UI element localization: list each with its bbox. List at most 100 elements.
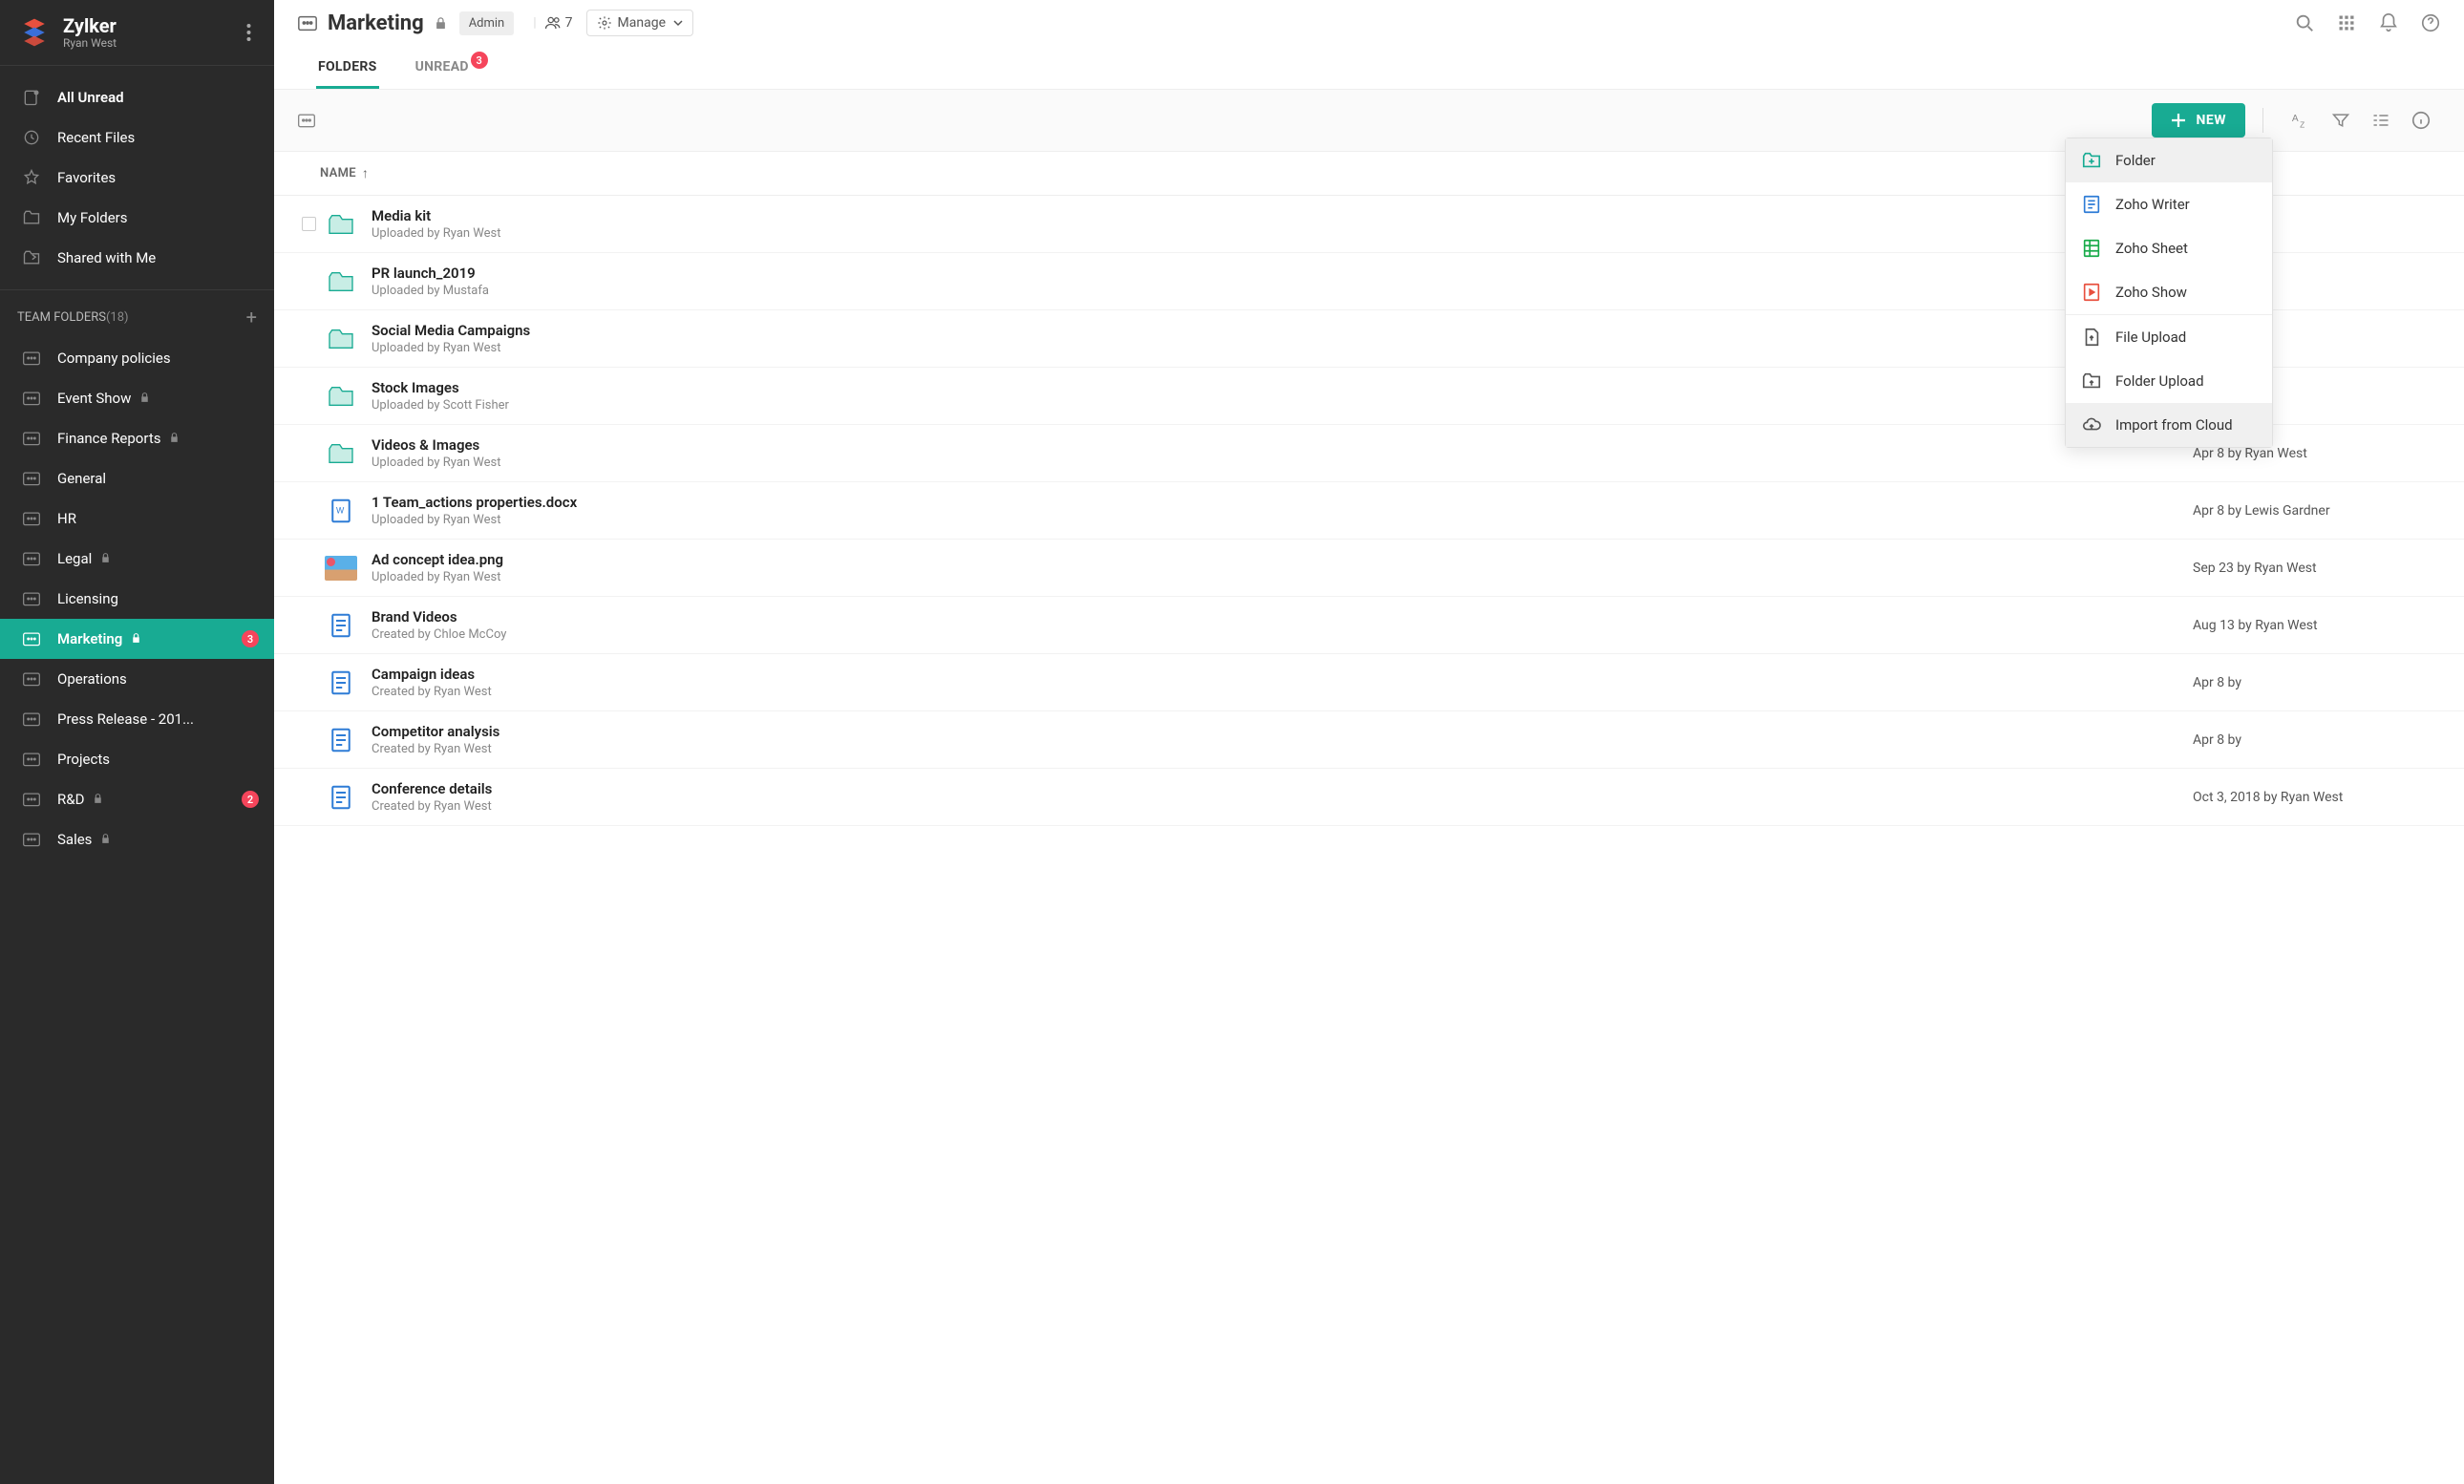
team-folder-item[interactable]: Licensing <box>0 579 274 619</box>
gear-icon <box>597 15 612 31</box>
file-meta: Apr 8 by <box>2193 675 2441 690</box>
show-icon <box>2081 282 2102 303</box>
new-button[interactable]: NEW <box>2152 103 2245 138</box>
lock-icon <box>434 16 448 31</box>
team-folder-label: Press Release - 201... <box>57 710 194 728</box>
file-name: Competitor analysis <box>372 723 2193 740</box>
view-options-button[interactable] <box>2370 110 2391 131</box>
team-folder-item[interactable]: Marketing3 <box>0 619 274 659</box>
sidebar-primary-nav: All UnreadRecent FilesFavorites My Folder… <box>0 66 274 290</box>
file-row[interactable]: W 1 Team_actions properties.docx Uploade… <box>274 482 2464 540</box>
file-type-icon <box>320 783 362 812</box>
team-folder-item[interactable]: Finance Reports <box>0 418 274 458</box>
team-folders-count: (18) <box>106 310 129 325</box>
team-folder-icon <box>21 668 42 689</box>
main-header: Marketing Admin | 7 Manage <box>274 0 2464 90</box>
team-folder-icon <box>21 548 42 569</box>
team-folder-label: Event Show <box>57 390 131 407</box>
team-folder-icon <box>21 749 42 770</box>
menu-item-file-upload[interactable]: File Upload <box>2066 315 2272 359</box>
search-button[interactable] <box>2294 12 2315 33</box>
menu-item-label: Zoho Show <box>2115 284 2187 301</box>
team-folder-label: Sales <box>57 831 92 848</box>
team-folders-list: Company policies Event Show Finance Report… <box>0 338 274 859</box>
menu-item-cloud-import[interactable]: Import from Cloud <box>2066 403 2272 447</box>
file-meta: Apr 8 by Lewis Gardner <box>2193 503 2441 519</box>
members-icon <box>544 14 562 32</box>
file-subtitle: Created by Chloe McCoy <box>372 627 2193 642</box>
shared-with-me-icon <box>21 247 42 268</box>
svg-text:Z: Z <box>2300 120 2305 129</box>
file-type-icon: W <box>320 497 362 525</box>
sidebar-item-all-unread[interactable]: All Unread <box>0 77 274 117</box>
tab-unread[interactable]: UNREAD3 <box>414 48 471 89</box>
notifications-button[interactable] <box>2378 12 2399 33</box>
team-folder-item[interactable]: R&D2 <box>0 779 274 819</box>
sidebar-item-my-folders[interactable]: My Folders <box>0 198 274 238</box>
sidebar-item-recent-files[interactable]: Recent Files <box>0 117 274 158</box>
menu-item-show[interactable]: Zoho Show <box>2066 270 2272 314</box>
team-folder-item[interactable]: HR <box>0 498 274 539</box>
current-user: Ryan West <box>63 36 117 50</box>
file-type-icon <box>320 324 362 354</box>
file-row[interactable]: Brand Videos Created by Chloe McCoy Aug … <box>274 597 2464 654</box>
file-subtitle: Uploaded by Ryan West <box>372 456 2193 470</box>
file-type-icon <box>320 556 362 581</box>
file-subtitle: Created by Ryan West <box>372 799 2193 814</box>
manage-dropdown[interactable]: Manage <box>586 10 693 36</box>
team-folder-item[interactable]: Press Release - 201... <box>0 699 274 739</box>
team-folder-item[interactable]: Operations <box>0 659 274 699</box>
file-row[interactable]: Campaign ideas Created by Ryan West Apr … <box>274 654 2464 711</box>
team-folder-item[interactable]: Event Show <box>0 378 274 418</box>
team-folder-label: Legal <box>57 550 92 567</box>
file-name: Stock Images <box>372 379 2193 396</box>
info-button[interactable] <box>2411 110 2432 131</box>
main-tabs: FOLDERS UNREAD3 <box>297 48 2441 89</box>
sidebar-item-favorites[interactable]: Favorites <box>0 158 274 198</box>
sort-az-button[interactable]: AZ <box>2290 110 2311 131</box>
app-logo-icon <box>17 15 52 50</box>
file-row[interactable]: Ad concept idea.png Uploaded by Ryan Wes… <box>274 540 2464 597</box>
filter-button[interactable] <box>2330 110 2351 131</box>
team-folder-item[interactable]: Projects <box>0 739 274 779</box>
file-row[interactable]: Competitor analysis Created by Ryan West… <box>274 711 2464 769</box>
unread-badge: 2 <box>242 791 259 808</box>
menu-item-folder-new[interactable]: Folder <box>2066 138 2272 182</box>
team-folder-item[interactable]: Sales <box>0 819 274 859</box>
column-name-header[interactable]: NAME <box>320 166 356 180</box>
add-team-folder-button[interactable]: + <box>246 306 257 329</box>
file-name: Brand Videos <box>372 608 2193 625</box>
file-row[interactable]: Conference details Created by Ryan West … <box>274 769 2464 826</box>
team-folder-item[interactable]: Company policies <box>0 338 274 378</box>
menu-item-folder-upload[interactable]: Folder Upload <box>2066 359 2272 403</box>
team-folder-item[interactable]: General <box>0 458 274 498</box>
lock-icon <box>138 392 152 405</box>
breadcrumb-team-folder-icon[interactable] <box>297 111 316 130</box>
sidebar-more-button[interactable] <box>241 17 257 48</box>
team-folder-item[interactable]: Legal <box>0 539 274 579</box>
file-subtitle: Uploaded by Ryan West <box>372 341 2193 355</box>
team-folder-icon <box>21 628 42 649</box>
team-folder-label: Licensing <box>57 590 118 607</box>
menu-item-sheet[interactable]: Zoho Sheet <box>2066 226 2272 270</box>
sidebar-item-label: My Folders <box>57 209 128 226</box>
unread-badge: 3 <box>471 52 488 69</box>
sidebar-item-shared-with-me[interactable]: Shared with Me <box>0 238 274 278</box>
apps-button[interactable] <box>2336 12 2357 33</box>
file-name: Social Media Campaigns <box>372 322 2193 339</box>
menu-item-label: File Upload <box>2115 329 2186 346</box>
row-checkbox[interactable] <box>302 217 316 231</box>
file-type-icon <box>320 266 362 297</box>
file-name: Media kit <box>372 207 2193 224</box>
help-button[interactable] <box>2420 12 2441 33</box>
page-title: Marketing <box>328 11 424 35</box>
team-folder-icon <box>21 388 42 409</box>
file-subtitle: Uploaded by Ryan West <box>372 513 2193 527</box>
file-meta: Sep 23 by Ryan West <box>2193 561 2441 576</box>
menu-item-writer[interactable]: Zoho Writer <box>2066 182 2272 226</box>
plus-icon <box>2171 113 2186 128</box>
tab-folders[interactable]: FOLDERS <box>316 48 379 89</box>
team-folder-label: Operations <box>57 670 127 688</box>
members-count[interactable]: 7 <box>544 14 573 32</box>
svg-text:A: A <box>2292 114 2299 124</box>
